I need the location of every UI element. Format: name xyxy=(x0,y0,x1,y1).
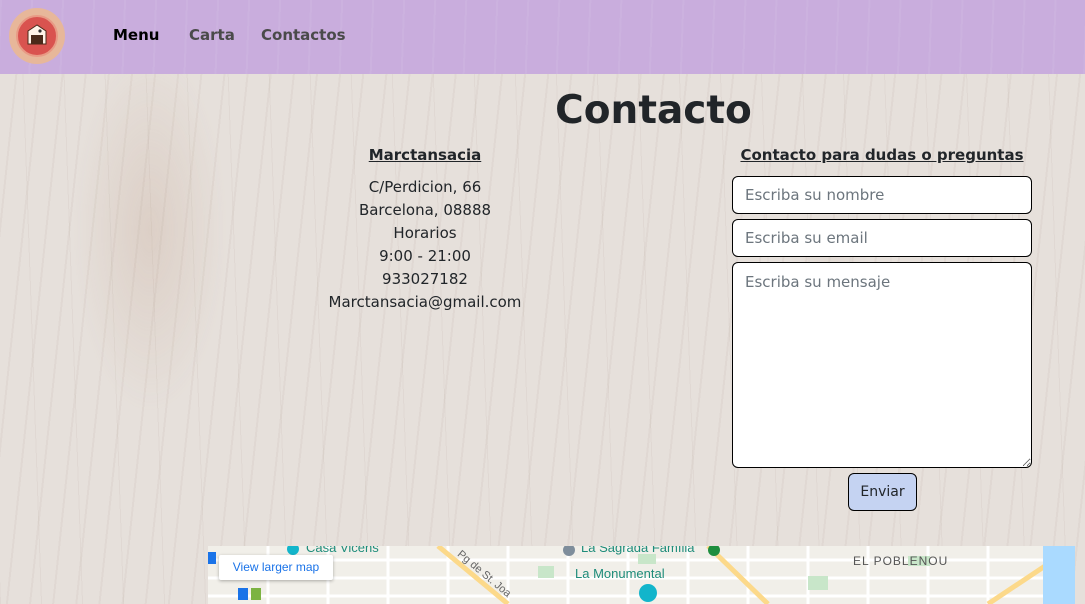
nav-item-menu[interactable]: Menu xyxy=(113,26,159,44)
nav-item-carta[interactable]: Carta xyxy=(189,26,235,44)
business-name: Marctansacia xyxy=(368,146,482,164)
address-line: C/Perdicion, 66 xyxy=(368,178,482,196)
nav-item-contactos[interactable]: Contactos xyxy=(261,26,346,44)
phone-number: 933027182 xyxy=(382,270,468,288)
submit-button[interactable]: Enviar xyxy=(848,473,917,511)
view-larger-map-label: View larger map xyxy=(232,560,320,574)
name-input[interactable] xyxy=(732,176,1032,214)
form-heading: Contacto para dudas o preguntas xyxy=(740,146,1024,164)
logo[interactable] xyxy=(9,8,65,64)
hours-label: Horarios xyxy=(393,224,457,242)
hours-value: 9:00 - 21:00 xyxy=(379,247,471,265)
logo-badge xyxy=(16,15,58,57)
map-label-monumental: La Monumental xyxy=(575,566,665,581)
view-larger-map-link[interactable]: View larger map xyxy=(219,555,333,580)
map-label-casa-vicens: Casa Vicens xyxy=(306,546,379,555)
page-title: Contacto xyxy=(555,88,752,133)
city-line: Barcelona, 08888 xyxy=(358,201,492,219)
email-address: Marctansacia@gmail.com xyxy=(328,293,522,311)
house-icon xyxy=(27,24,47,45)
navbar: Menu Carta Contactos xyxy=(0,0,1085,74)
message-textarea[interactable] xyxy=(732,262,1032,468)
email-input[interactable] xyxy=(732,219,1032,257)
map-label-poblenou: EL POBLENOU xyxy=(853,554,949,568)
embedded-map[interactable]: View larger map Casa Vicens La Sagrada F… xyxy=(208,546,1075,604)
contact-info: Marctansacia C/Perdicion, 66 Barcelona, … xyxy=(300,144,550,314)
map-label-sagrada: La Sagrada Família xyxy=(581,546,695,555)
